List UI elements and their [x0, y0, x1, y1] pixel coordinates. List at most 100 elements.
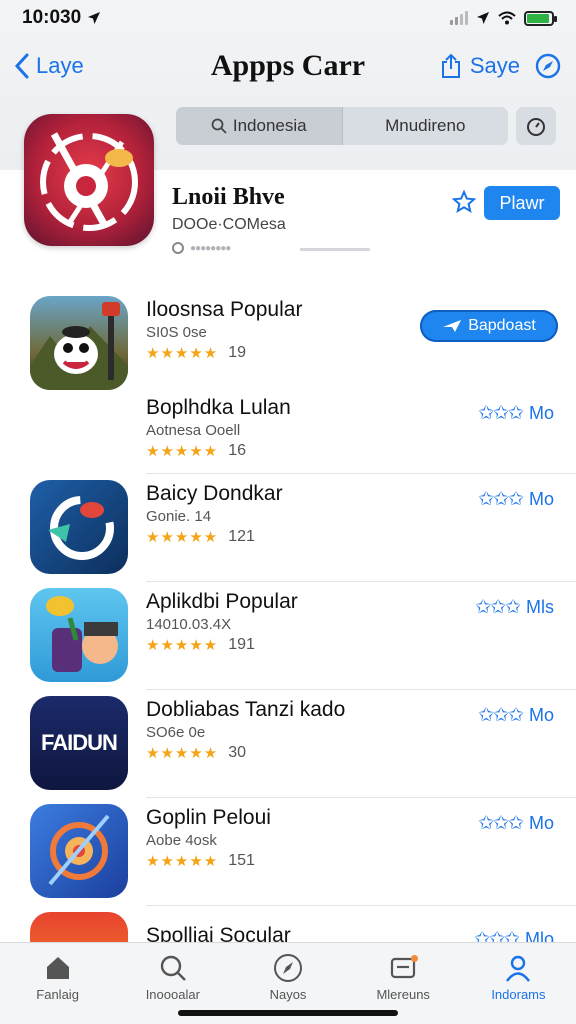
- get-button-label: Mo: [528, 813, 554, 833]
- wifi-icon: [498, 11, 516, 25]
- swirl-artwork: [48, 496, 114, 560]
- location-arrow-icon-2: [477, 12, 489, 24]
- segment-second[interactable]: Mnudireno: [341, 107, 509, 145]
- app-icon-cartoon: [30, 588, 128, 682]
- region-segmented-control: Indonesia Mnudireno: [176, 107, 508, 145]
- segment-indonesia[interactable]: Indonesia: [176, 107, 342, 145]
- rating-stars: ★★★★★: [146, 443, 219, 460]
- rating-count: 16: [228, 442, 247, 459]
- cartoon-artwork: [46, 596, 118, 672]
- rating-stars: ★★★★★: [146, 637, 219, 654]
- tab-home[interactable]: Fanlaig: [0, 943, 115, 1024]
- star-rating-icon: ✩✩✩: [478, 403, 524, 424]
- rating-stars: ★★★★★: [146, 853, 219, 870]
- rating-count: 151: [228, 852, 255, 869]
- share-button[interactable]: Saye: [440, 53, 520, 79]
- home-icon: [46, 957, 69, 979]
- get-button-label: Mo: [528, 403, 554, 423]
- location-arrow-icon: [88, 12, 101, 24]
- star-rating-icon: ✩✩✩: [478, 813, 524, 834]
- broadcast-button-label: Bapdoast: [468, 317, 536, 334]
- get-button-label: Mo: [528, 489, 554, 509]
- get-button[interactable]: ✩✩✩ Mo: [478, 402, 554, 425]
- portal-artwork: [48, 814, 110, 886]
- star-rating-icon: ✩✩✩: [478, 489, 524, 510]
- chevron-left-icon: [14, 53, 29, 79]
- app-rating: ★★★★★ 30: [146, 744, 246, 762]
- broadcast-button[interactable]: Bapdoast: [420, 310, 558, 342]
- app-subtitle: Aobe 4osk: [146, 832, 217, 849]
- share-label: Saye: [469, 53, 520, 78]
- tab-label: Nayos: [269, 987, 307, 1002]
- app-title: Goplin Peloui: [146, 806, 271, 829]
- status-bar: 10:030: [0, 0, 576, 36]
- person-icon: [506, 955, 531, 982]
- featured-app-meta: ●●●●●●●●: [172, 242, 231, 254]
- featured-app-artwork: [40, 132, 138, 231]
- app-rating: ★★★★★ 19: [146, 344, 246, 362]
- app-title: Iloosnsa Popular: [146, 298, 303, 321]
- featured-action-label: Plawr: [484, 186, 560, 220]
- app-rating: ★★★★★ 121: [146, 528, 255, 546]
- app-list: Iloosnsa Popular SI0S 0se ★★★★★ 19 Bapdo…: [0, 290, 576, 966]
- list-item[interactable]: Iloosnsa Popular SI0S 0se ★★★★★ 19 Bapdo…: [0, 290, 576, 398]
- tab-profile[interactable]: Indorams: [461, 943, 576, 1024]
- app-title: Aplikdbi Popular: [146, 590, 298, 613]
- star-rating-icon: ✩✩✩: [475, 597, 521, 618]
- star-outline-icon[interactable]: [452, 190, 476, 214]
- segment-label: Mnudireno: [385, 116, 466, 135]
- fandom-logo-text: FAIDUN: [41, 730, 118, 755]
- search-icon: [211, 118, 227, 134]
- app-rating: ★★★★★ 191: [146, 636, 255, 654]
- app-title: Boplhdka Lulan: [146, 396, 291, 419]
- rating-count: 191: [228, 636, 255, 653]
- compass-icon[interactable]: [534, 52, 562, 80]
- rating-stars: ★★★★★: [146, 345, 219, 362]
- app-subtitle: Gonie. 14: [146, 508, 212, 525]
- home-indicator[interactable]: [178, 1010, 398, 1016]
- app-subtitle: SO6e 0e: [146, 724, 206, 741]
- list-item[interactable]: Boplhdka Lulan Aotnesa Ooell ★★★★★ 16 ✩✩…: [0, 396, 576, 474]
- app-icon-portal: [30, 804, 128, 898]
- app-title: Baicy Dondkar: [146, 482, 283, 505]
- timer-button[interactable]: [516, 107, 556, 145]
- rating-count: 30: [228, 744, 247, 761]
- rating-count: 19: [228, 344, 247, 361]
- meta-dot-icon: [172, 242, 184, 254]
- featured-app-subtitle: DOOe·COMesa: [172, 216, 286, 233]
- get-button[interactable]: ✩✩✩ Mo: [478, 812, 554, 835]
- battery-icon: [524, 10, 557, 26]
- search-icon: [160, 955, 186, 981]
- featured-app-title: Lnoii Bhve: [172, 184, 285, 210]
- segment-label: Indonesia: [232, 116, 307, 135]
- get-button[interactable]: ✩✩✩ Mo: [478, 488, 554, 511]
- list-item[interactable]: Aplikdbi Popular 14010.03.4X ★★★★★ 191 ✩…: [0, 582, 576, 690]
- tab-label: Mlereuns: [376, 987, 430, 1002]
- back-label: Laye: [36, 53, 84, 78]
- battery-level: [527, 13, 549, 23]
- featured-app[interactable]: Lnoii Bhve DOOe·COMesa ●●●●●●●●: [0, 114, 576, 270]
- tab-label: Fanlaig: [36, 987, 79, 1002]
- featured-action-button[interactable]: Plawr: [484, 186, 560, 220]
- featured-app-icon: [24, 114, 154, 246]
- mascot-artwork: [30, 302, 128, 390]
- list-item[interactable]: FAIDUN Dobliabas Tanzi kado SO6e 0e ★★★★…: [0, 690, 576, 798]
- get-button[interactable]: ✩✩✩ Mls: [475, 596, 554, 619]
- rating-count: 121: [228, 528, 255, 545]
- timer-icon: [527, 118, 545, 136]
- region-segment-row: Indonesia Mnudireno: [176, 106, 562, 146]
- tab-label: Inoooalar: [145, 987, 200, 1002]
- featured-progress-line: [300, 248, 370, 251]
- list-item[interactable]: Goplin Peloui Aobe 4osk ★★★★★ 151 ✩✩✩ Mo: [0, 798, 576, 906]
- tab-label: Indorams: [491, 987, 546, 1002]
- app-rating: ★★★★★ 151: [146, 852, 255, 870]
- navigation-bar: Laye Appps Carr Saye: [0, 36, 576, 96]
- share-icon: [441, 53, 460, 78]
- back-button[interactable]: Laye: [14, 53, 84, 79]
- list-item[interactable]: Baicy Dondkar Gonie. 14 ★★★★★ 121 ✩✩✩ Mo: [0, 474, 576, 582]
- get-button-label: Mo: [528, 705, 554, 725]
- rating-stars: ★★★★★: [146, 529, 219, 546]
- app-icon-swirl: [30, 480, 128, 574]
- app-rating: ★★★★★ 16: [146, 442, 246, 460]
- get-button[interactable]: ✩✩✩ Mo: [478, 704, 554, 727]
